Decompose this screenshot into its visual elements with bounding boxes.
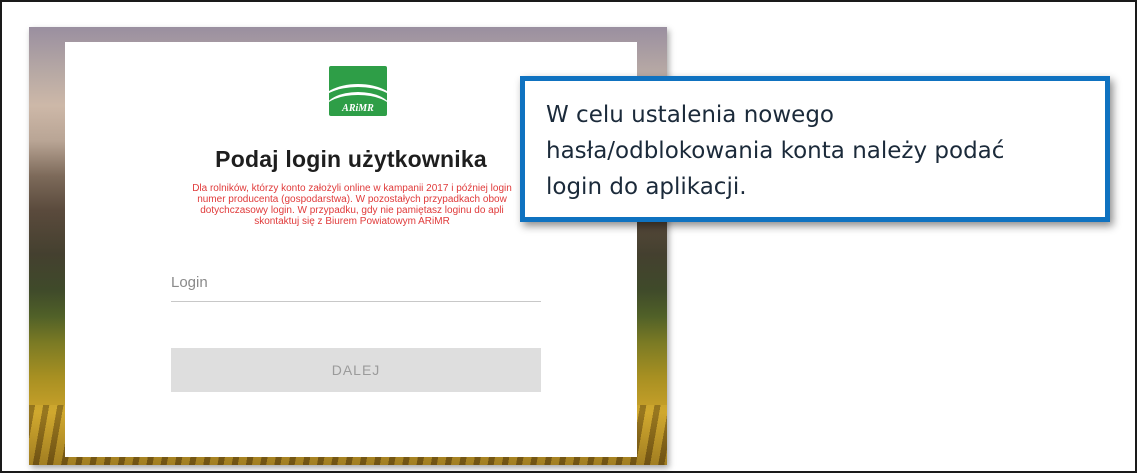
logo-text: ARiMR [342, 103, 374, 114]
callout-line: hasła/odblokowania konta należy podać [546, 138, 1005, 164]
next-button[interactable]: DALEJ [171, 348, 541, 392]
login-notice: Dla rolników, którzy konto założyli onli… [147, 183, 557, 227]
callout-line: W celu ustalenia nowego [546, 102, 834, 128]
notice-line: numer producenta (gospodarstwa). W pozos… [197, 194, 507, 205]
notice-line: dotychczasowy login. W przypadku, gdy ni… [200, 205, 504, 216]
callout-line: login do aplikacji. [546, 174, 747, 200]
notice-line: Dla rolników, którzy konto założyli onli… [192, 183, 512, 194]
instruction-callout: W celu ustalenia nowego hasła/odblokowan… [520, 76, 1110, 222]
notice-line: skontaktuj się z Biurem Powiatowym ARiMR [254, 216, 450, 227]
login-input-underline [171, 301, 541, 302]
login-input[interactable]: Login [171, 274, 208, 291]
arimr-logo: ARiMR [329, 66, 387, 116]
